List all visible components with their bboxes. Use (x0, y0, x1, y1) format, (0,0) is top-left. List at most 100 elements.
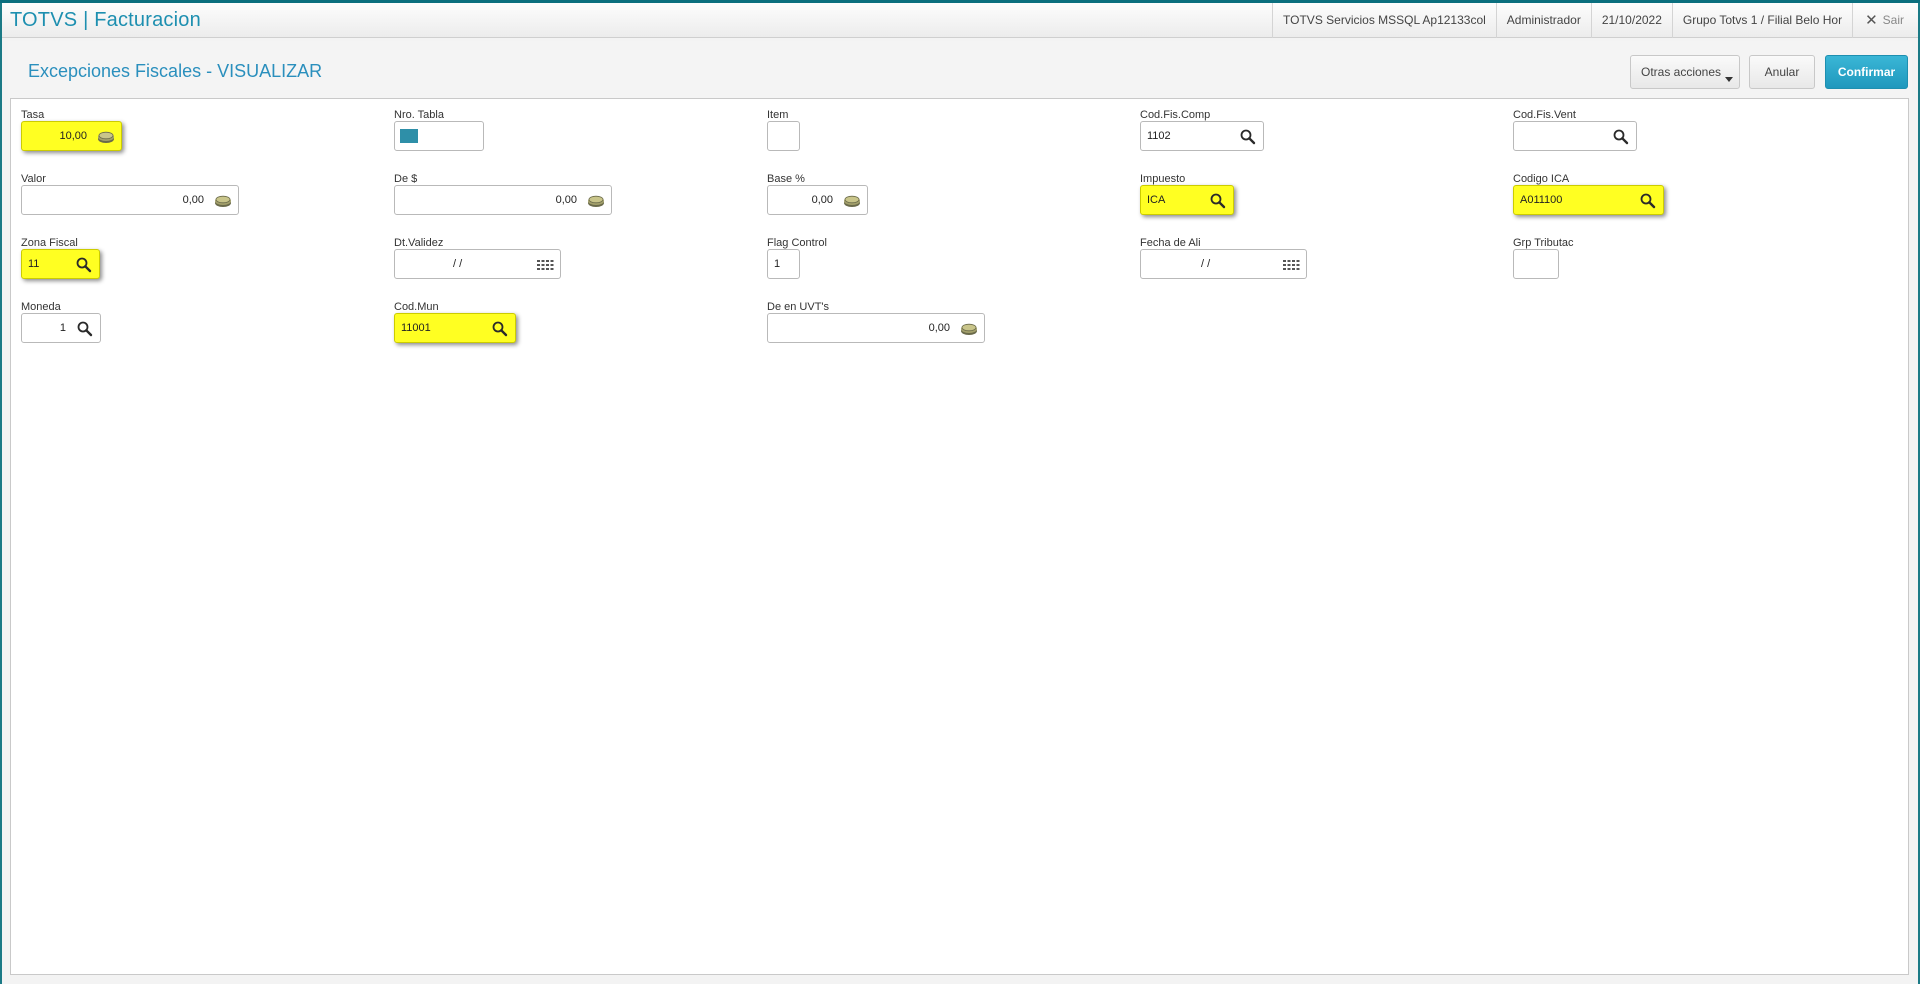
valor-value: 0,00 (182, 194, 204, 206)
calendar-icon[interactable] (536, 256, 554, 273)
base-pct-input[interactable]: 0,00 (767, 185, 868, 215)
exit-button[interactable]: ✕ Sair (1852, 3, 1918, 38)
cod-fis-comp-value: 1102 (1147, 130, 1171, 142)
field-cod-fis-vent: Cod.Fis.Vent (1513, 109, 1653, 154)
exit-label: Sair (1882, 13, 1904, 27)
zona-fiscal-input[interactable]: 11 (21, 249, 100, 279)
search-icon[interactable] (76, 320, 94, 337)
flag-control-label: Flag Control (767, 237, 827, 249)
codigo-ica-label: Codigo ICA (1513, 173, 1570, 185)
fecha-de-ali-input[interactable]: / / (1140, 249, 1307, 279)
more-actions-label: Otras acciones (1641, 65, 1722, 79)
color-swatch (400, 129, 418, 143)
base-pct-value: 0,00 (811, 194, 833, 206)
cod-fis-vent-label: Cod.Fis.Vent (1513, 109, 1576, 121)
moneda-label: Moneda (21, 301, 61, 313)
impuesto-input[interactable]: ICA (1140, 185, 1234, 215)
money-icon[interactable] (843, 192, 861, 209)
impuesto-label: Impuesto (1140, 173, 1186, 185)
close-icon: ✕ (1865, 12, 1878, 29)
fecha-de-ali-value: / / (1201, 258, 1211, 270)
environment-info: TOTVS Servicios MSSQL Ap12133col (1272, 3, 1496, 38)
cod-mun-label: Cod.Mun (394, 301, 439, 313)
tasa-value: 10,00 (59, 130, 87, 142)
moneda-value: 1 (59, 322, 66, 334)
moneda-input[interactable]: 1 (21, 313, 101, 343)
money-icon[interactable] (960, 320, 978, 337)
calendar-icon[interactable] (1282, 256, 1300, 273)
field-grp-tributac: Grp Tributac (1513, 237, 1593, 282)
search-icon[interactable] (75, 256, 93, 273)
de-en-uvts-value: 0,00 (928, 322, 950, 334)
field-tasa: Tasa 10,00 (21, 109, 141, 154)
search-icon[interactable] (1239, 128, 1257, 145)
field-valor: Valor 0,00 (21, 173, 251, 218)
money-icon[interactable] (587, 192, 605, 209)
field-base-pct: Base % 0,00 (767, 173, 877, 218)
company-info[interactable]: Grupo Totvs 1 / Filial Belo Hor (1671, 3, 1852, 38)
page-header: Excepciones Fiscales - VISUALIZAR Otras … (8, 41, 1912, 100)
de-en-uvts-label: De en UVT's (767, 301, 830, 313)
item-input[interactable] (767, 121, 800, 151)
dt-validez-value: / / (453, 258, 463, 270)
money-icon[interactable] (214, 192, 232, 209)
grp-tributac-label: Grp Tributac (1513, 237, 1574, 249)
grp-tributac-input[interactable] (1513, 249, 1559, 279)
date-info: 21/10/2022 (1590, 3, 1672, 38)
codigo-ica-input[interactable]: A011100 (1513, 185, 1664, 215)
field-codigo-ica: Codigo ICA A011100 (1513, 173, 1673, 218)
form-panel: Tasa 10,00 Nro. Tabla Item Cod.Fis.Comp … (10, 98, 1909, 975)
zona-fiscal-label: Zona Fiscal (21, 237, 78, 249)
dt-validez-input[interactable]: / / (394, 249, 561, 279)
app-title: TOTVS | Facturacion (10, 9, 201, 31)
app-window: TOTVS | Facturacion TOTVS Servicios MSSQ… (0, 3, 1920, 984)
search-icon[interactable] (1612, 128, 1630, 145)
field-cod-mun: Cod.Mun 11001 (394, 301, 534, 346)
confirm-button[interactable]: Confirmar (1825, 55, 1908, 89)
field-de-en-uvts: De en UVT's 0,00 (767, 301, 997, 346)
field-nro-tabla: Nro. Tabla (394, 109, 494, 154)
chevron-down-icon (1725, 77, 1733, 82)
user-info: Administrador (1495, 3, 1591, 38)
codigo-ica-value: A011100 (1520, 194, 1563, 206)
flag-control-value: 1 (774, 258, 781, 270)
cod-mun-value: 11001 (401, 322, 431, 334)
more-actions-button[interactable]: Otras acciones (1630, 55, 1740, 89)
field-cod-fis-comp: Cod.Fis.Comp 1102 (1140, 109, 1280, 154)
de-dolar-label: De $ (394, 173, 418, 185)
search-icon[interactable] (491, 320, 509, 337)
field-moneda: Moneda 1 (21, 301, 111, 346)
cod-fis-vent-input[interactable] (1513, 121, 1637, 151)
fecha-de-ali-label: Fecha de Ali (1140, 237, 1201, 249)
base-pct-label: Base % (767, 173, 805, 185)
cod-fis-comp-input[interactable]: 1102 (1140, 121, 1264, 151)
de-dolar-value: 0,00 (555, 194, 577, 206)
item-label: Item (767, 109, 789, 121)
de-en-uvts-input[interactable]: 0,00 (767, 313, 985, 343)
field-impuesto: Impuesto ICA (1140, 173, 1250, 218)
zona-fiscal-value: 11 (28, 258, 40, 270)
field-item: Item (767, 109, 827, 154)
flag-control-input[interactable]: 1 (767, 249, 800, 279)
money-icon[interactable] (97, 128, 115, 145)
valor-label: Valor (21, 173, 46, 185)
search-icon[interactable] (1639, 192, 1657, 209)
cod-mun-input[interactable]: 11001 (394, 313, 516, 343)
cancel-button[interactable]: Anular (1749, 55, 1815, 89)
nro-tabla-label: Nro. Tabla (394, 109, 444, 121)
dt-validez-label: Dt.Validez (394, 237, 444, 249)
field-de-dolar: De $ 0,00 (394, 173, 624, 218)
top-bar: TOTVS | Facturacion TOTVS Servicios MSSQ… (2, 3, 1918, 38)
de-dolar-input[interactable]: 0,00 (394, 185, 612, 215)
cod-fis-comp-label: Cod.Fis.Comp (1140, 109, 1211, 121)
field-dt-validez: Dt.Validez / / (394, 237, 574, 282)
nro-tabla-input[interactable] (394, 121, 484, 151)
field-fecha-de-ali: Fecha de Ali / / (1140, 237, 1320, 282)
valor-input[interactable]: 0,00 (21, 185, 239, 215)
search-icon[interactable] (1209, 192, 1227, 209)
session-info: TOTVS Servicios MSSQL Ap12133col Adminis… (1272, 3, 1918, 38)
tasa-input[interactable]: 10,00 (21, 121, 122, 151)
tasa-label: Tasa (21, 109, 45, 121)
field-zona-fiscal: Zona Fiscal 11 (21, 237, 111, 282)
impuesto-value: ICA (1147, 194, 1166, 206)
